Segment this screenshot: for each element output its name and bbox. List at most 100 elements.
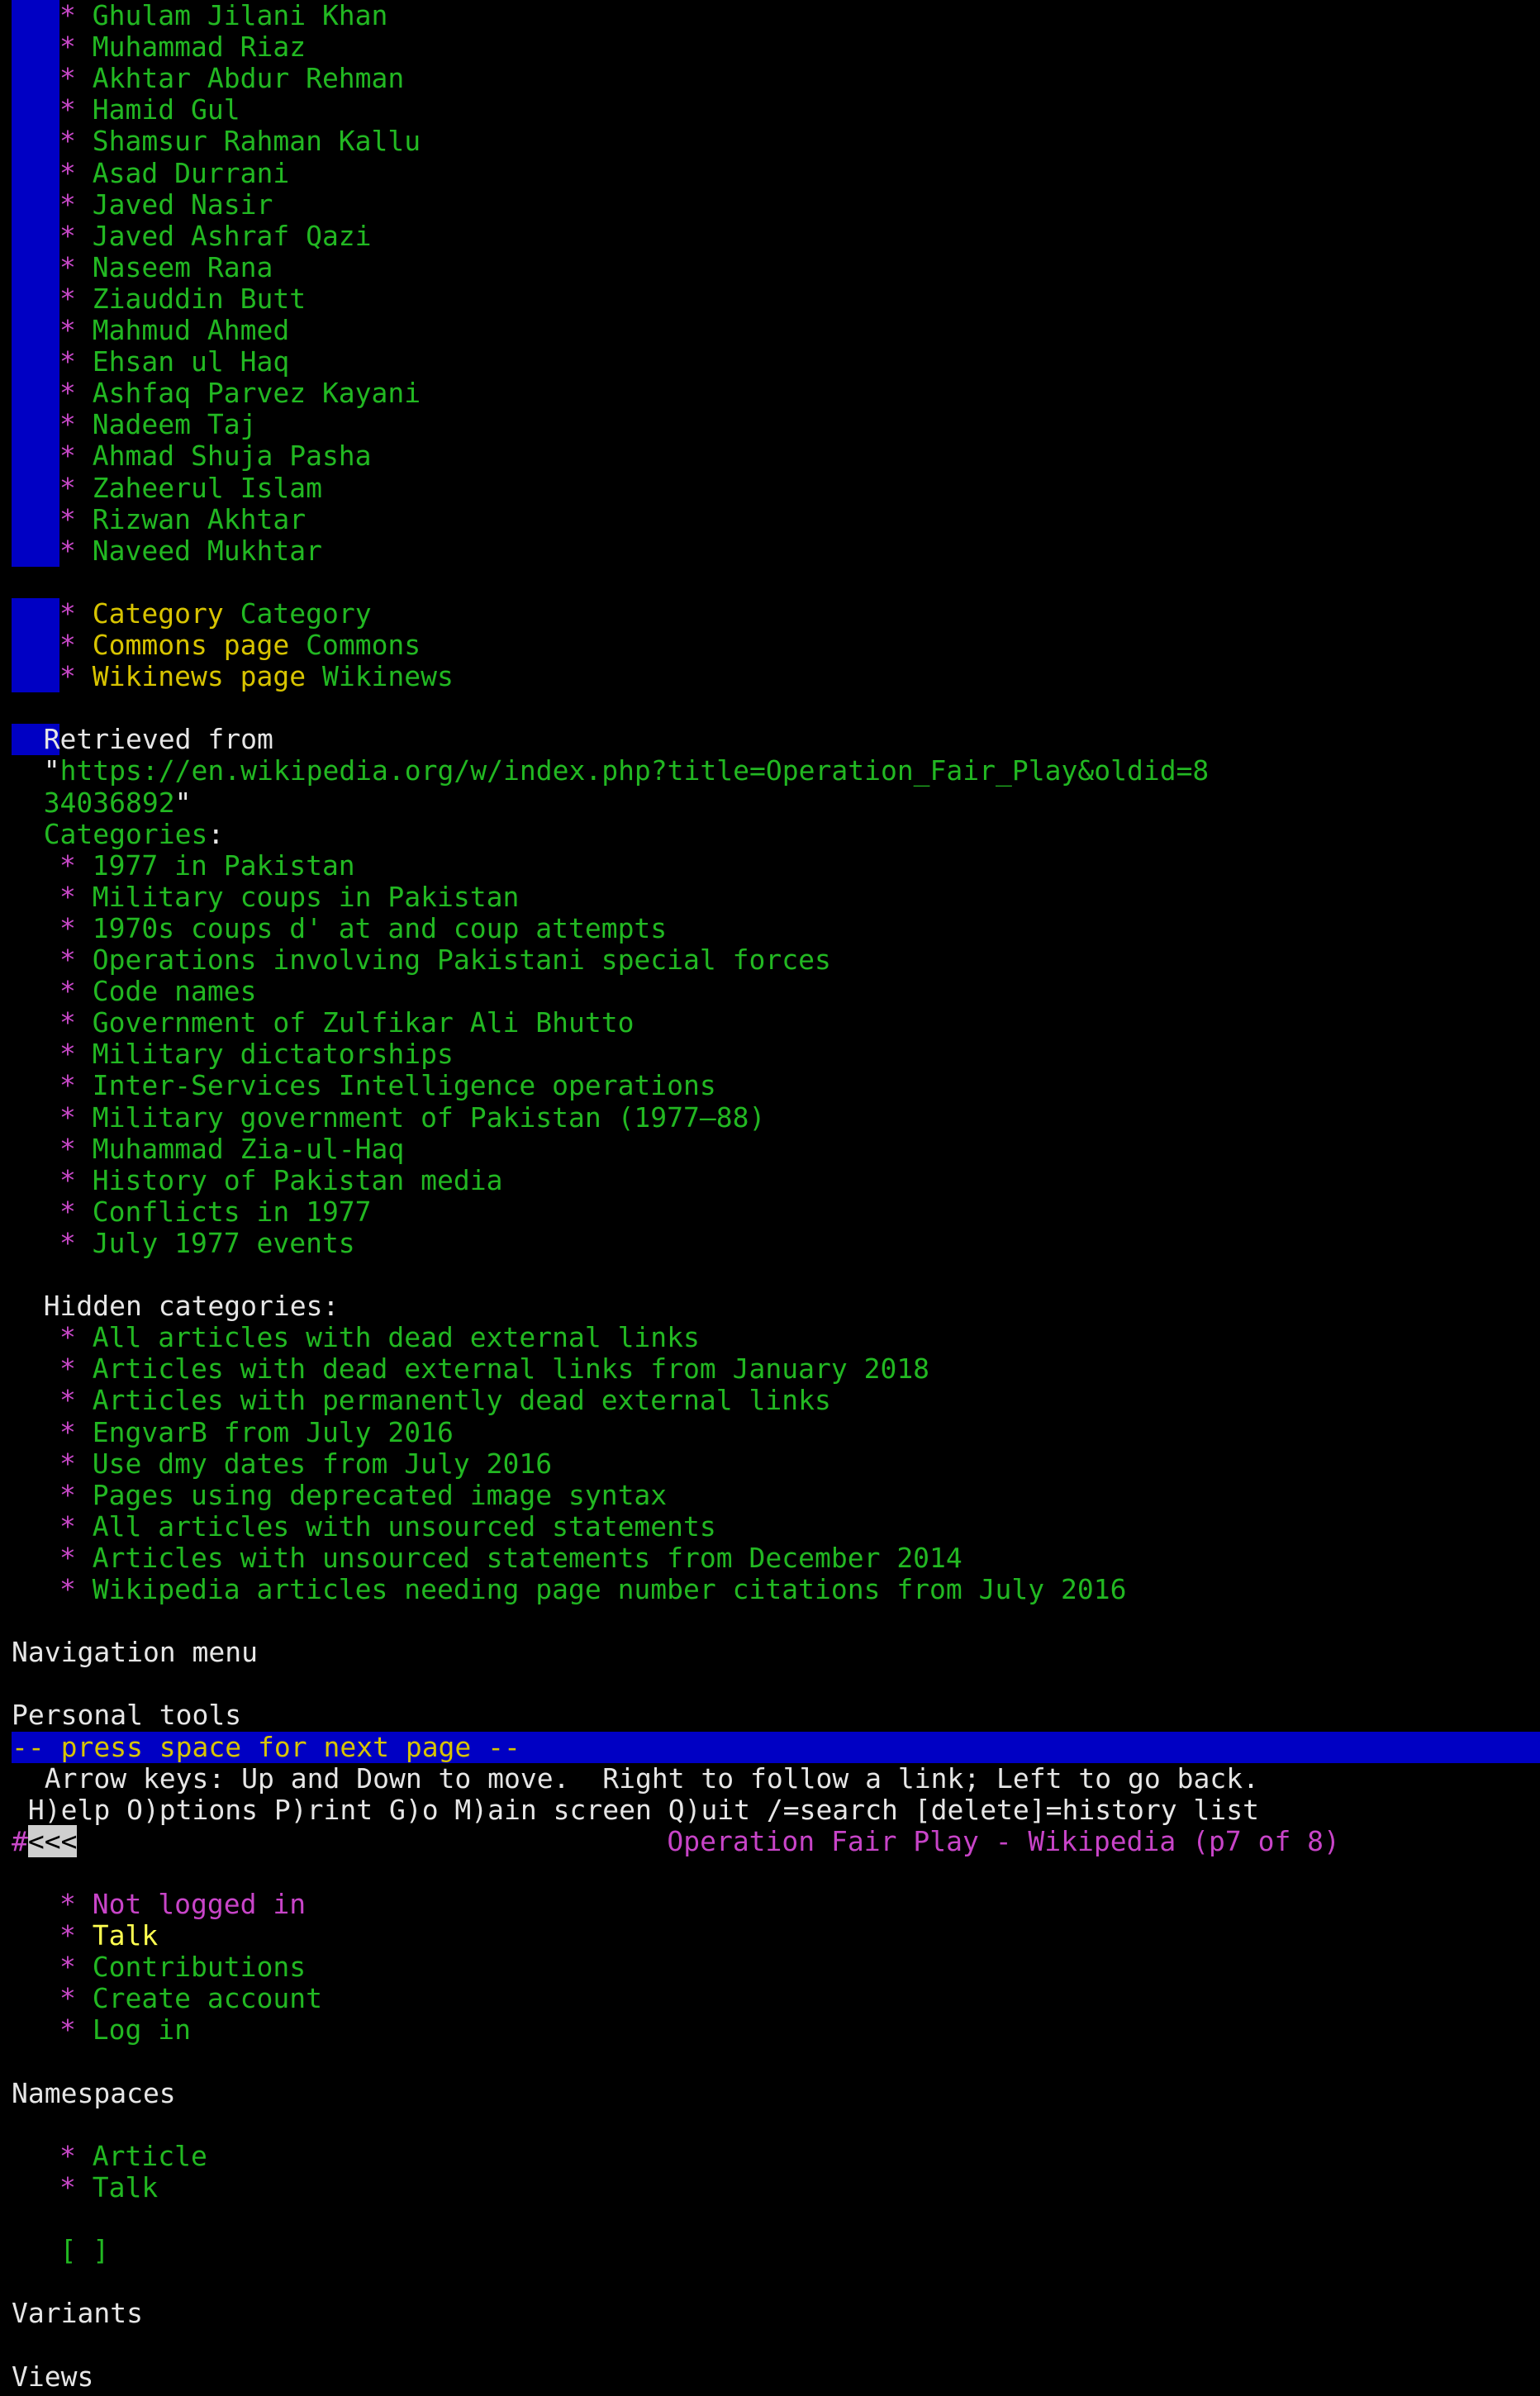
list-item[interactable]: * Shamsur Rahman Kallu: [59, 126, 421, 157]
namespace-item[interactable]: * Talk: [59, 2171, 158, 2203]
category-item[interactable]: * 1977 in Pakistan: [59, 849, 355, 882]
personal-tool-item[interactable]: * Talk: [59, 1920, 158, 1952]
list-item-link[interactable]: Muhammad Riaz: [93, 31, 306, 63]
sister-label-link[interactable]: Wikinews page: [93, 660, 306, 692]
list-item-link[interactable]: Naveed Mukhtar: [93, 535, 322, 567]
category-item[interactable]: * History of Pakistan media: [59, 1164, 503, 1196]
list-item[interactable]: * Ashfaq Parvez Kayani: [59, 378, 421, 409]
hidden-category-link[interactable]: Use dmy dates from July 2016: [93, 1448, 552, 1480]
list-item-link[interactable]: Ziauddin Butt: [93, 283, 306, 315]
personal-tool-item[interactable]: * Not logged in: [59, 1888, 306, 1920]
sister-project-item[interactable]: * Commons page Commons: [59, 629, 421, 661]
category-link[interactable]: Operations involving Pakistani special f…: [93, 944, 831, 976]
category-link[interactable]: History of Pakistan media: [93, 1164, 503, 1196]
hidden-category-item[interactable]: * Articles with permanently dead externa…: [59, 1385, 831, 1416]
category-link[interactable]: Inter-Services Intelligence operations: [93, 1069, 716, 1101]
category-item[interactable]: * Government of Zulfikar Ali Bhutto: [59, 1007, 634, 1039]
list-item[interactable]: * Zaheerul Islam: [59, 472, 322, 504]
category-item[interactable]: * Muhammad Zia-ul-Haq: [59, 1133, 405, 1165]
category-link[interactable]: Military coups in Pakistan: [93, 881, 520, 913]
category-link[interactable]: Muhammad Zia-ul-Haq: [93, 1133, 405, 1165]
hidden-category-item[interactable]: * All articles with dead external links: [59, 1322, 700, 1353]
personal-tool-link[interactable]: Create account: [93, 1982, 322, 2014]
list-item-link[interactable]: Ghulam Jilani Khan: [93, 0, 388, 31]
hidden-category-item[interactable]: * Articles with unsourced statements fro…: [59, 1542, 962, 1574]
list-item[interactable]: * Ahmad Shuja Pasha: [59, 440, 372, 472]
hidden-category-link[interactable]: Wikipedia articles needing page number c…: [93, 1573, 1127, 1605]
hidden-category-link[interactable]: Articles with permanently dead external …: [93, 1384, 831, 1416]
list-item[interactable]: * Ghulam Jilani Khan: [59, 0, 387, 31]
sister-label-link[interactable]: Commons page: [93, 629, 289, 661]
list-item-link[interactable]: Mahmud Ahmed: [93, 314, 289, 346]
category-item[interactable]: * Military coups in Pakistan: [59, 881, 520, 913]
list-item[interactable]: * Akhtar Abdur Rehman: [59, 63, 404, 94]
hidden-category-link[interactable]: EngvarB from July 2016: [93, 1416, 454, 1448]
list-item-link[interactable]: Javed Ashraf Qazi: [93, 220, 372, 252]
category-item[interactable]: * Military government of Pakistan (1977–…: [59, 1101, 765, 1134]
category-item[interactable]: * Inter-Services Intelligence operations: [59, 1070, 716, 1101]
personal-tool-link[interactable]: Log in: [93, 2013, 191, 2046]
personal-tool-item[interactable]: * Contributions: [59, 1952, 306, 1983]
sister-project-item[interactable]: * Category Category: [59, 597, 372, 630]
sister-link[interactable]: Commons: [306, 629, 421, 661]
list-item-link[interactable]: Javed Nasir: [93, 188, 273, 221]
list-item[interactable]: * Mahmud Ahmed: [59, 314, 289, 346]
list-item-link[interactable]: Naseem Rana: [93, 251, 273, 283]
personal-tool-link[interactable]: Not logged in: [93, 1888, 306, 1920]
categories-link[interactable]: Categories: [44, 818, 208, 850]
personal-tool-link[interactable]: Talk: [93, 1919, 158, 1952]
sister-link[interactable]: Category: [240, 597, 372, 630]
list-item-link[interactable]: Nadeem Taj: [93, 408, 257, 440]
category-link[interactable]: 1977 in Pakistan: [93, 849, 355, 882]
list-item-link[interactable]: Shamsur Rahman Kallu: [93, 125, 421, 157]
category-link[interactable]: Government of Zulfikar Ali Bhutto: [93, 1006, 635, 1039]
category-item[interactable]: * Conflicts in 1977: [59, 1196, 372, 1228]
list-item[interactable]: * Nadeem Taj: [59, 409, 256, 440]
category-link[interactable]: Code names: [93, 975, 257, 1007]
list-item-link[interactable]: Akhtar Abdur Rehman: [93, 62, 405, 94]
list-item[interactable]: * Ziauddin Butt: [59, 283, 306, 315]
category-link[interactable]: Conflicts in 1977: [93, 1196, 372, 1228]
list-item-link[interactable]: Ashfaq Parvez Kayani: [93, 377, 421, 409]
sister-label-link[interactable]: Category: [93, 597, 224, 630]
category-item[interactable]: * 1970s coups d' at and coup attempts: [59, 912, 667, 944]
back-link-cursor[interactable]: <<<: [27, 1824, 78, 1857]
hidden-category-link[interactable]: All articles with unsourced statements: [93, 1510, 716, 1543]
list-item-link[interactable]: Ahmad Shuja Pasha: [93, 440, 372, 472]
personal-tool-link[interactable]: Contributions: [93, 1951, 306, 1983]
list-item[interactable]: * Naseem Rana: [59, 251, 273, 283]
hidden-category-item[interactable]: * All articles with unsourced statements: [59, 1510, 716, 1543]
category-item[interactable]: * July 1977 events: [59, 1227, 355, 1259]
category-item[interactable]: * Code names: [59, 976, 256, 1007]
hidden-category-item[interactable]: * Use dmy dates from July 2016: [59, 1448, 552, 1480]
list-item-link[interactable]: Zaheerul Islam: [93, 472, 322, 504]
namespace-link[interactable]: Article: [93, 2140, 207, 2172]
list-item[interactable]: * Ehsan ul Haq: [59, 346, 289, 378]
list-item[interactable]: * Asad Durrani: [59, 157, 289, 189]
brackets-line[interactable]: [ ]: [44, 2234, 110, 2266]
list-item[interactable]: * Muhammad Riaz: [59, 31, 306, 63]
hidden-category-link[interactable]: Pages using deprecated image syntax: [93, 1479, 667, 1511]
retrieved-url-line[interactable]: "https://en.wikipedia.org/w/index.php?ti…: [44, 755, 1210, 787]
sister-link[interactable]: Wikinews: [322, 660, 454, 692]
title-line[interactable]: #<<<: [12, 1824, 78, 1857]
list-item-link[interactable]: Asad Durrani: [93, 157, 289, 189]
retrieved-url-link[interactable]: https://en.wikipedia.org/w/index.php?tit…: [60, 754, 1210, 787]
hidden-category-item[interactable]: * Articles with dead external links from…: [59, 1353, 929, 1385]
list-item[interactable]: * Rizwan Akhtar: [59, 503, 306, 535]
hidden-category-item[interactable]: * Pages using deprecated image syntax: [59, 1479, 667, 1511]
list-item[interactable]: * Javed Ashraf Qazi: [59, 220, 372, 252]
sister-project-item[interactable]: * Wikinews page Wikinews: [59, 661, 454, 692]
category-item[interactable]: * Operations involving Pakistani special…: [59, 944, 831, 976]
category-link[interactable]: Military dictatorships: [93, 1038, 454, 1070]
list-item[interactable]: * Naveed Mukhtar: [59, 535, 322, 567]
list-item[interactable]: * Hamid Gul: [59, 94, 240, 126]
hidden-category-link[interactable]: Articles with unsourced statements from …: [93, 1542, 962, 1574]
retrieved-url-link[interactable]: 34036892: [44, 787, 175, 819]
list-item[interactable]: * Javed Nasir: [59, 188, 273, 221]
list-item-link[interactable]: Rizwan Akhtar: [93, 503, 306, 535]
category-item[interactable]: * Military dictatorships: [59, 1039, 454, 1070]
categories-heading[interactable]: Categories:: [44, 818, 225, 850]
namespace-item[interactable]: * Article: [59, 2140, 207, 2172]
variants-dropdown-button[interactable]: [ ]: [60, 2234, 110, 2266]
